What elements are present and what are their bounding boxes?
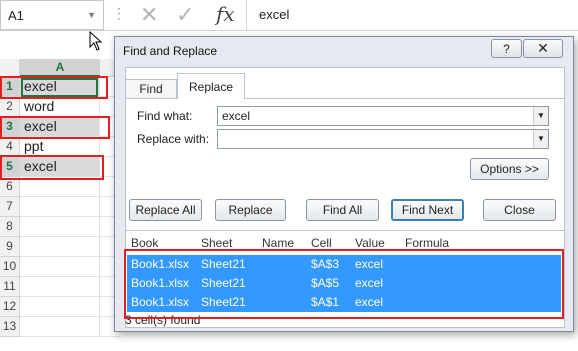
divider [0, 30, 578, 31]
cell-a[interactable] [20, 277, 100, 297]
help-button[interactable]: ? [491, 39, 522, 58]
active-tab-gap [178, 98, 244, 99]
row-header[interactable]: 6 [0, 177, 20, 197]
select-all-corner[interactable] [0, 59, 20, 77]
replace-with-input[interactable]: ▼ [217, 129, 549, 149]
find-what-input[interactable]: excel ▼ [217, 106, 549, 126]
row-header[interactable]: 8 [0, 217, 20, 237]
col-header-sheet[interactable]: Sheet [201, 236, 232, 250]
highlight-box [124, 249, 564, 319]
find-next-button[interactable]: Find Next [391, 199, 464, 221]
replace-with-label: Replace with: [137, 132, 210, 146]
tab-replace[interactable]: Replace [177, 73, 245, 99]
col-header-name[interactable]: Name [262, 236, 294, 250]
find-all-button[interactable]: Find All [306, 199, 379, 221]
highlight-box [0, 116, 110, 139]
cell-a[interactable] [20, 257, 100, 277]
find-what-value: excel [222, 109, 251, 123]
chevron-down-icon[interactable]: ▼ [533, 107, 548, 125]
chevron-down-icon[interactable]: ▼ [87, 10, 96, 20]
row-header[interactable]: 10 [0, 257, 20, 277]
cancel-formula-icon[interactable]: ✕ [140, 2, 158, 28]
cell-a[interactable] [20, 317, 100, 337]
formula-value: excel [259, 7, 290, 22]
enter-formula-icon[interactable]: ✓ [176, 2, 194, 28]
col-header-formula[interactable]: Formula [405, 236, 449, 250]
row-header[interactable]: 9 [0, 237, 20, 257]
cell-a[interactable] [20, 217, 100, 237]
more-icon: ⋮ [112, 5, 126, 21]
find-replace-dialog: Find and Replace ? ✕ Find Replace Find w… [114, 36, 574, 332]
formula-bar[interactable]: excel [246, 0, 578, 30]
options-button[interactable]: Options >> [470, 158, 549, 180]
cell-a[interactable]: ppt [20, 137, 100, 157]
replace-all-button[interactable]: Replace All [129, 199, 202, 221]
col-header-cell[interactable]: Cell [311, 236, 332, 250]
dialog-title: Find and Replace [123, 44, 218, 58]
row-header[interactable]: 4 [0, 137, 20, 157]
row-header[interactable]: 12 [0, 297, 20, 317]
tab-find[interactable]: Find [125, 79, 177, 99]
cell-a[interactable] [20, 177, 100, 197]
find-what-label: Find what: [137, 109, 193, 123]
row-header[interactable]: 7 [0, 197, 20, 217]
col-header-value[interactable]: Value [355, 236, 385, 250]
cell-a[interactable] [20, 237, 100, 257]
cell-a[interactable]: word [20, 97, 100, 117]
highlight-box [0, 76, 108, 99]
cell-a[interactable] [20, 297, 100, 317]
close-button[interactable]: ✕ [523, 39, 563, 58]
name-box[interactable]: A1 ▼ [0, 0, 104, 30]
column-header-a[interactable]: A [20, 59, 100, 77]
insert-function-icon[interactable]: fx [216, 2, 235, 26]
cell-a[interactable] [20, 197, 100, 217]
chevron-down-icon[interactable]: ▼ [533, 130, 548, 148]
mouse-cursor-icon [89, 31, 103, 51]
row-header[interactable]: 2 [0, 97, 20, 117]
highlight-box [0, 155, 104, 180]
replace-button[interactable]: Replace [215, 199, 286, 221]
name-box-value: A1 [8, 8, 24, 23]
col-header-book[interactable]: Book [131, 236, 158, 250]
row-header[interactable]: 11 [0, 277, 20, 297]
close-dialog-button[interactable]: Close [483, 199, 556, 221]
row-header[interactable]: 13 [0, 317, 20, 337]
